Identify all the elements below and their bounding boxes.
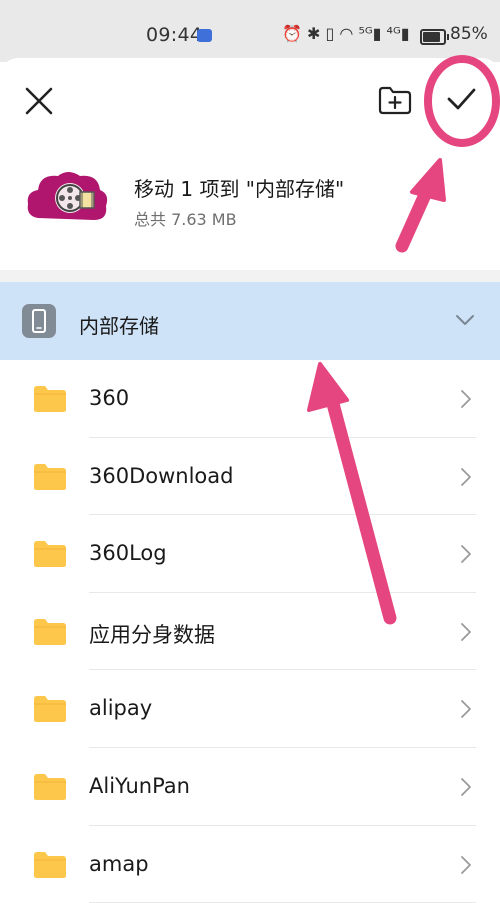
confirm-button[interactable] bbox=[440, 80, 482, 118]
folder-row[interactable]: alipay bbox=[0, 670, 500, 748]
move-summary-title: 移动 1 项到 "内部存储" bbox=[134, 177, 345, 201]
checkmark-icon bbox=[447, 88, 476, 110]
folder-row[interactable]: 360Log bbox=[0, 515, 500, 593]
chevron-right-icon bbox=[461, 700, 471, 719]
chevron-right-icon bbox=[461, 390, 471, 408]
folder-list: 360 360Download 360Log 应用分身数据 alipay AliYunPa… bbox=[0, 360, 500, 903]
folder-name: 360 bbox=[89, 386, 130, 410]
chevron-right-icon bbox=[461, 467, 471, 486]
storage-label: 内部存储 bbox=[79, 314, 159, 338]
new-folder-icon bbox=[378, 86, 412, 115]
storage-selector-internal[interactable]: 内部存储 bbox=[0, 282, 500, 360]
status-time: 09:44 bbox=[146, 24, 203, 46]
folder-row[interactable]: 360 bbox=[0, 360, 500, 438]
chevron-right-icon bbox=[461, 545, 471, 564]
section-divider bbox=[0, 270, 500, 282]
folder-icon bbox=[34, 696, 66, 723]
total-size-label: 总共 7.63 MB bbox=[134, 210, 237, 229]
folder-name: 应用分身数据 bbox=[89, 622, 215, 647]
folder-icon bbox=[34, 851, 66, 878]
folder-name: alipay bbox=[89, 696, 153, 721]
notification-app-icon bbox=[197, 29, 212, 42]
close-icon bbox=[25, 87, 53, 115]
status-bar: 09:44 ⏰ ✱ ▯ ◠ ⁵ᴳ▮ ⁴ᴳ▮ 85% bbox=[0, 0, 500, 62]
folder-row[interactable]: 应用分身数据 bbox=[0, 593, 500, 671]
status-indicator-icons: ⏰ ✱ ▯ ◠ ⁵ᴳ▮ ⁴ᴳ▮ bbox=[282, 24, 410, 43]
folder-icon bbox=[34, 618, 66, 645]
chevron-right-icon bbox=[461, 622, 471, 641]
phone-icon bbox=[22, 304, 56, 338]
chevron-right-icon bbox=[461, 778, 471, 796]
folder-name: AliYunPan bbox=[89, 773, 190, 798]
folder-icon bbox=[34, 463, 66, 490]
folder-icon bbox=[34, 541, 66, 568]
chevron-down-icon bbox=[456, 315, 474, 325]
folder-name: 360Download bbox=[89, 463, 234, 488]
video-file-thumbnail bbox=[27, 172, 108, 220]
folder-row[interactable]: AliYunPan bbox=[0, 748, 500, 826]
battery-percent: 85% bbox=[450, 24, 488, 44]
folder-row[interactable]: 360Download bbox=[0, 438, 500, 516]
folder-icon bbox=[34, 773, 66, 800]
close-button[interactable] bbox=[22, 84, 56, 118]
new-folder-button[interactable] bbox=[377, 84, 413, 116]
folder-row[interactable]: amap bbox=[0, 826, 500, 903]
battery-icon bbox=[420, 29, 449, 45]
folder-name: amap bbox=[89, 851, 149, 876]
folder-icon bbox=[34, 386, 66, 412]
chevron-right-icon bbox=[461, 855, 471, 874]
folder-name: 360Log bbox=[89, 541, 167, 566]
